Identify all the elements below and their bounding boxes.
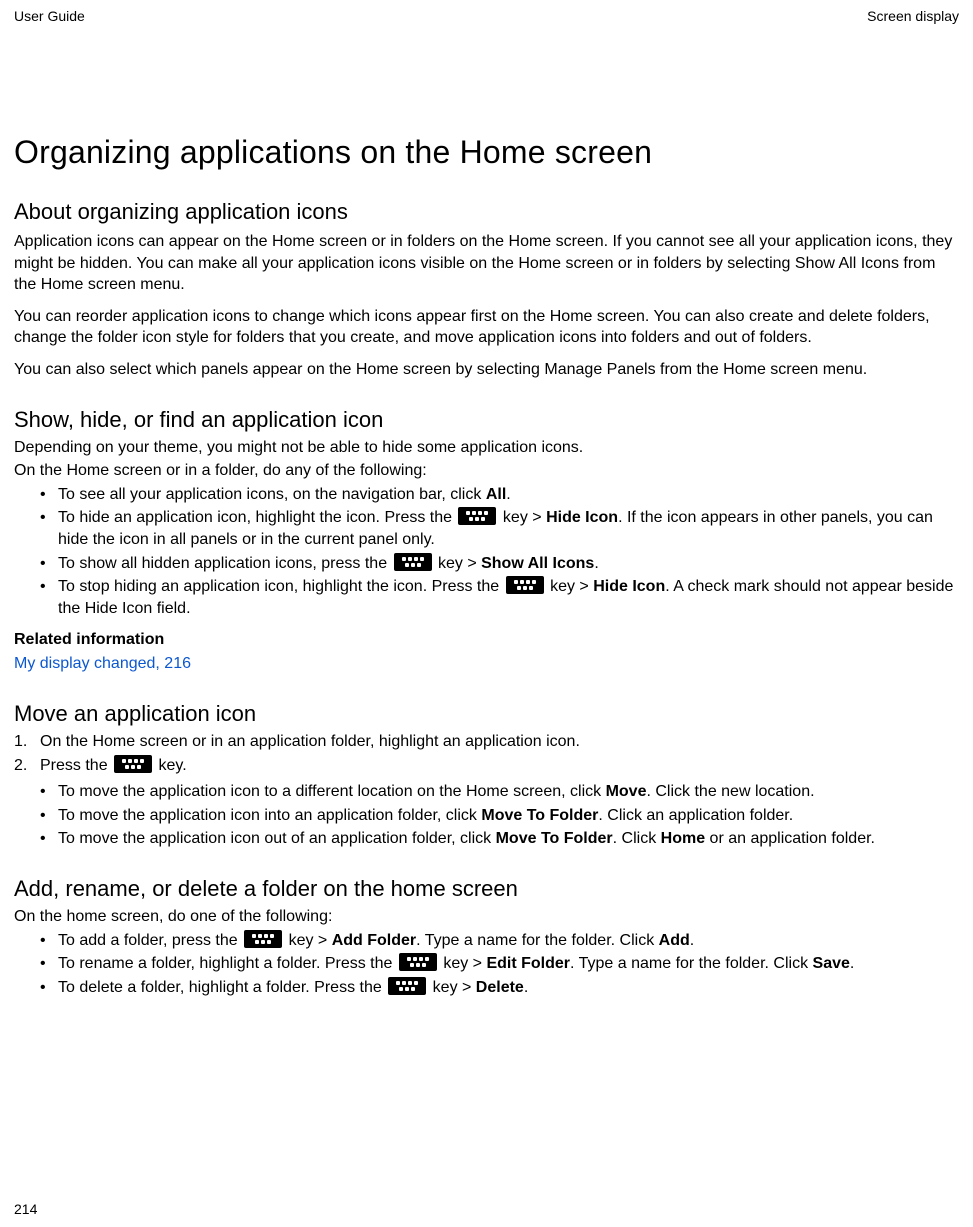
step-1: 1.On the Home screen or in an applicatio… bbox=[40, 731, 959, 753]
related-link[interactable]: My display changed, 216 bbox=[14, 653, 959, 675]
text: To move the application icon to a differ… bbox=[58, 783, 606, 800]
list-item: To delete a folder, highlight a folder. … bbox=[58, 977, 959, 999]
text: . Click an application folder. bbox=[598, 807, 793, 824]
about-paragraph-1: Application icons can appear on the Home… bbox=[14, 231, 959, 296]
move-to-folder-label: Move To Folder bbox=[481, 807, 598, 824]
move-steps: 1. On the Home screen or in an applicatio… bbox=[14, 731, 959, 851]
add-label: Add bbox=[659, 932, 690, 949]
page-title: Organizing applications on the Home scre… bbox=[14, 134, 959, 171]
list-item: To show all hidden application icons, pr… bbox=[58, 553, 959, 575]
move-to-folder-label: Move To Folder bbox=[496, 830, 613, 847]
text: . bbox=[850, 955, 854, 972]
list-item: To move the application icon into an app… bbox=[58, 805, 959, 827]
section-heading-show-hide: Show, hide, or find an application icon bbox=[14, 407, 959, 433]
list-item: To see all your application icons, on th… bbox=[58, 484, 959, 506]
home-label: Home bbox=[661, 830, 705, 847]
hide-icon-label: Hide Icon bbox=[546, 509, 618, 526]
text: To add a folder, press the bbox=[58, 932, 242, 949]
blackberry-key-icon bbox=[506, 576, 544, 594]
hide-icon-label: Hide Icon bbox=[593, 578, 665, 595]
section-heading-folder: Add, rename, or delete a folder on the h… bbox=[14, 876, 959, 902]
text: . Click the new location. bbox=[646, 783, 814, 800]
list-item: To move the application icon out of an a… bbox=[58, 828, 959, 850]
blackberry-key-icon bbox=[244, 930, 282, 948]
text: key > bbox=[439, 955, 487, 972]
blackberry-key-icon bbox=[388, 977, 426, 995]
text: To move the application icon out of an a… bbox=[58, 830, 496, 847]
text: To move the application icon into an app… bbox=[58, 807, 481, 824]
page-number: 214 bbox=[14, 1201, 37, 1217]
header-right: Screen display bbox=[867, 8, 959, 24]
text: . bbox=[506, 486, 510, 503]
edit-folder-label: Edit Folder bbox=[486, 955, 570, 972]
text: . bbox=[594, 555, 598, 572]
move-sublist: To move the application icon to a differ… bbox=[40, 781, 959, 850]
move-label: Move bbox=[606, 783, 647, 800]
text: . Type a name for the folder. Click bbox=[416, 932, 659, 949]
blackberry-key-icon bbox=[114, 755, 152, 773]
step-text: On the Home screen or in an application … bbox=[40, 733, 580, 750]
text: key > bbox=[434, 555, 482, 572]
text: . bbox=[524, 979, 528, 996]
list-item: To stop hiding an application icon, high… bbox=[58, 576, 959, 619]
text: or an application folder. bbox=[705, 830, 875, 847]
about-paragraph-2: You can reorder application icons to cha… bbox=[14, 306, 959, 349]
text: Press the bbox=[40, 757, 112, 774]
related-info-heading: Related information bbox=[14, 631, 164, 648]
page-header: User Guide Screen display bbox=[14, 8, 959, 24]
related-information-label: Related information bbox=[14, 629, 959, 651]
text: To delete a folder, highlight a folder. … bbox=[58, 979, 386, 996]
step-number: 2. bbox=[14, 755, 27, 777]
header-left: User Guide bbox=[14, 8, 85, 24]
list-item: To move the application icon to a differ… bbox=[58, 781, 959, 803]
save-label: Save bbox=[813, 955, 850, 972]
text: To rename a folder, highlight a folder. … bbox=[58, 955, 397, 972]
show-all-icons-label: Show All Icons bbox=[481, 555, 594, 572]
list-item: To rename a folder, highlight a folder. … bbox=[58, 953, 959, 975]
text: . Click bbox=[613, 830, 661, 847]
text: key > bbox=[428, 979, 476, 996]
list-item: To add a folder, press the key > Add Fol… bbox=[58, 930, 959, 952]
text: key > bbox=[546, 578, 594, 595]
step-number: 1. bbox=[14, 731, 27, 753]
text: To see all your application icons, on th… bbox=[58, 486, 486, 503]
show-hide-intro-2: On the Home screen or in a folder, do an… bbox=[14, 460, 959, 482]
all-label: All bbox=[486, 486, 506, 503]
blackberry-key-icon bbox=[458, 507, 496, 525]
show-hide-list: To see all your application icons, on th… bbox=[14, 484, 959, 620]
section-heading-about: About organizing application icons bbox=[14, 199, 959, 225]
step-2: 2. Press the key. To move the applicatio… bbox=[40, 755, 959, 850]
blackberry-key-icon bbox=[399, 953, 437, 971]
show-hide-intro-1: Depending on your theme, you might not b… bbox=[14, 437, 959, 459]
text: To stop hiding an application icon, high… bbox=[58, 578, 504, 595]
text: . Type a name for the folder. Click bbox=[570, 955, 813, 972]
text: key > bbox=[284, 932, 332, 949]
about-paragraph-3: You can also select which panels appear … bbox=[14, 359, 959, 381]
text: key > bbox=[498, 509, 546, 526]
blackberry-key-icon bbox=[394, 553, 432, 571]
folder-intro: On the home screen, do one of the follow… bbox=[14, 906, 959, 928]
list-item: To hide an application icon, highlight t… bbox=[58, 507, 959, 550]
text: . bbox=[690, 932, 694, 949]
text: To hide an application icon, highlight t… bbox=[58, 509, 456, 526]
add-folder-label: Add Folder bbox=[332, 932, 416, 949]
section-heading-move: Move an application icon bbox=[14, 701, 959, 727]
delete-label: Delete bbox=[476, 979, 524, 996]
folder-list: To add a folder, press the key > Add Fol… bbox=[14, 930, 959, 999]
text: key. bbox=[154, 757, 187, 774]
text: To show all hidden application icons, pr… bbox=[58, 555, 392, 572]
